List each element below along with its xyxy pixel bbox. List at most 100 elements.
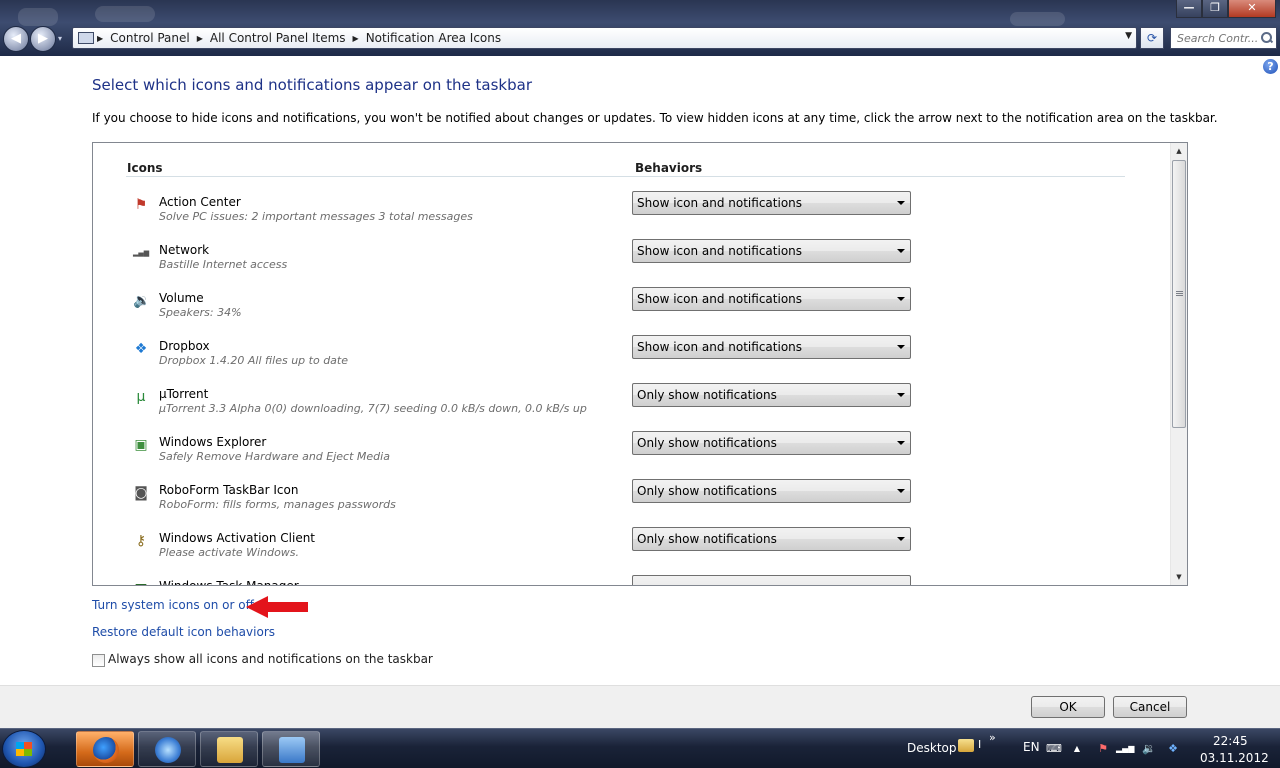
search-input[interactable] (1171, 28, 1261, 48)
behavior-dropdown[interactable]: Show icon and notifications (632, 287, 911, 311)
red-arrow-annotation-icon (246, 596, 308, 618)
behavior-dropdown[interactable]: Only show notifications (632, 431, 911, 455)
refresh-button[interactable]: ⟳ (1140, 27, 1164, 49)
restore-default-behaviors-link[interactable]: Restore default icon behaviors (92, 625, 275, 639)
forward-button[interactable]: ▶ (30, 26, 56, 52)
minimize-button[interactable]: — (1176, 0, 1202, 18)
list-item: 🔉 Volume Speakers: 34% Show icon and notifi… (93, 287, 1163, 339)
network-signal-icon: ▂▄▆ (133, 249, 150, 257)
list-item: ■ Windows Task Manager (93, 575, 1163, 585)
search-icon[interactable] (1261, 32, 1273, 44)
dropdown-arrow-icon (897, 489, 905, 493)
always-show-checkbox[interactable] (92, 654, 105, 667)
behavior-dropdown[interactable]: Show icon and notifications (632, 191, 911, 215)
taskbar: Desktop I » EN ⌨ ▲ ⚑ ▂▄▆ 🔉 ❖ 22:45 03.11… (0, 728, 1280, 768)
titlebar-reflection (95, 6, 155, 22)
start-button[interactable] (2, 730, 46, 768)
network-signal-icon[interactable]: ▂▄▆ (1116, 742, 1134, 755)
taskbar-itunes-button[interactable] (138, 731, 196, 767)
roboform-icon: ◙ (134, 485, 148, 501)
language-indicator[interactable]: EN (1023, 740, 1040, 754)
item-name: Volume (159, 291, 204, 305)
behavior-value: Show icon and notifications (637, 340, 803, 354)
clock-date[interactable]: 03.11.2012 (1200, 751, 1269, 765)
dropdown-arrow-icon (897, 249, 905, 253)
folder-icon (217, 737, 243, 763)
behavior-dropdown[interactable]: Show icon and notifications (632, 335, 911, 359)
turn-system-icons-link[interactable]: Turn system icons on or off (92, 598, 254, 612)
dropdown-arrow-icon (897, 441, 905, 445)
item-description: Safely Remove Hardware and Eject Media (159, 450, 390, 463)
show-hidden-icons-arrow-icon[interactable]: ▲ (1070, 742, 1084, 755)
behavior-dropdown[interactable]: Only show notifications (632, 383, 911, 407)
item-description: Solve PC issues: 2 important messages 3 … (159, 210, 473, 223)
page-title: Select which icons and notifications app… (92, 76, 532, 94)
scroll-up-button[interactable]: ▲ (1171, 143, 1187, 159)
behavior-value: Only show notifications (637, 532, 777, 546)
item-name: Network (159, 243, 210, 257)
list-item: ▂▄▆ Network Bastille Internet access Show i… (93, 239, 1163, 291)
dropdown-arrow-icon (897, 345, 905, 349)
list-item: µ µTorrent µTorrent 3.3 Alpha 0(0) downloa… (93, 383, 1163, 435)
item-description: Dropbox 1.4.20 All files up to date (159, 354, 348, 367)
list-item: ▣ Windows Explorer Safely Remove Hardware … (93, 431, 1163, 483)
item-description: Speakers: 34% (159, 306, 242, 319)
dialog-footer: OK Cancel (0, 685, 1280, 728)
recent-pages-dropdown-icon[interactable]: ▾ (58, 34, 66, 43)
behavior-dropdown[interactable]: Show icon and notifications (632, 239, 911, 263)
breadcrumb-separator[interactable]: ▶ (94, 34, 106, 43)
vertical-scrollbar[interactable]: ▲ ▼ (1170, 143, 1187, 585)
back-button[interactable]: ◀ (3, 26, 29, 52)
behavior-value: Only show notifications (637, 484, 777, 498)
behavior-dropdown[interactable]: Only show notifications (632, 479, 911, 503)
keyboard-icon[interactable]: ⌨ (1046, 742, 1062, 755)
itunes-icon (155, 737, 181, 763)
list-item: ◙ RoboForm TaskBar Icon RoboForm: fills fo… (93, 479, 1163, 531)
ok-button[interactable]: OK (1031, 696, 1105, 718)
taskbar-explorer-button[interactable] (200, 731, 258, 767)
cancel-button[interactable]: Cancel (1113, 696, 1187, 718)
speaker-icon[interactable]: 🔉 (1142, 742, 1156, 755)
breadcrumb-all-items[interactable]: All Control Panel Items (206, 31, 350, 45)
dropbox-icon[interactable]: ❖ (1166, 742, 1180, 755)
firefox-icon (93, 737, 119, 763)
desktop-toolbar-label[interactable]: Desktop (907, 741, 957, 755)
breadcrumb-control-panel[interactable]: Control Panel (106, 31, 194, 45)
maximize-button[interactable]: ❐ (1202, 0, 1228, 18)
list-item: ❖ Dropbox Dropbox 1.4.20 All files up to d… (93, 335, 1163, 387)
item-description: µTorrent 3.3 Alpha 0(0) downloading, 7(7… (159, 402, 587, 415)
keys-icon: ⚷ (135, 533, 147, 549)
taskbar-firefox-button[interactable] (76, 731, 134, 767)
dropdown-arrow-icon (897, 297, 905, 301)
speaker-icon: 🔉 (133, 293, 151, 309)
always-show-label[interactable]: Always show all icons and notifications … (108, 652, 433, 666)
behavior-value: Only show notifications (637, 436, 777, 450)
desktop-folder-icon[interactable] (958, 739, 974, 752)
taskbar-control-panel-button[interactable] (262, 731, 320, 767)
help-icon[interactable]: ? (1263, 59, 1278, 74)
item-description: Please activate Windows. (159, 546, 300, 559)
close-button[interactable]: ✕ (1228, 0, 1276, 18)
behavior-dropdown[interactable]: Only show notifications (632, 527, 911, 551)
header-divider (126, 176, 1125, 177)
dropdown-arrow-icon (897, 201, 905, 205)
behavior-value: Show icon and notifications (637, 244, 803, 258)
titlebar-reflection (18, 8, 58, 26)
desktop-toolbar-item[interactable]: I (978, 738, 981, 751)
action-center-flag-icon[interactable]: ⚑ (1096, 742, 1110, 755)
behavior-value: Show icon and notifications (637, 292, 803, 306)
icons-list-panel: Icons Behaviors ⚑ Action Center Solve PC i… (92, 142, 1188, 586)
toolbar-overflow-chevron-icon[interactable]: » (989, 731, 996, 744)
control-panel-icon (279, 737, 305, 763)
breadcrumb-separator[interactable]: ▶ (350, 34, 362, 43)
clock-time[interactable]: 22:45 (1213, 734, 1248, 748)
behavior-dropdown[interactable] (632, 575, 911, 585)
breadcrumb-notification-area-icons[interactable]: Notification Area Icons (362, 31, 505, 45)
scroll-thumb[interactable] (1172, 160, 1186, 428)
scroll-down-button[interactable]: ▼ (1171, 569, 1187, 585)
search-box[interactable] (1170, 27, 1277, 49)
address-history-dropdown-icon[interactable]: ▼ (1125, 31, 1132, 41)
address-bar[interactable]: ▶ Control Panel ▶ All Control Panel Item… (72, 27, 1137, 49)
breadcrumb-separator[interactable]: ▶ (194, 34, 206, 43)
task-manager-icon: ■ (133, 581, 149, 585)
